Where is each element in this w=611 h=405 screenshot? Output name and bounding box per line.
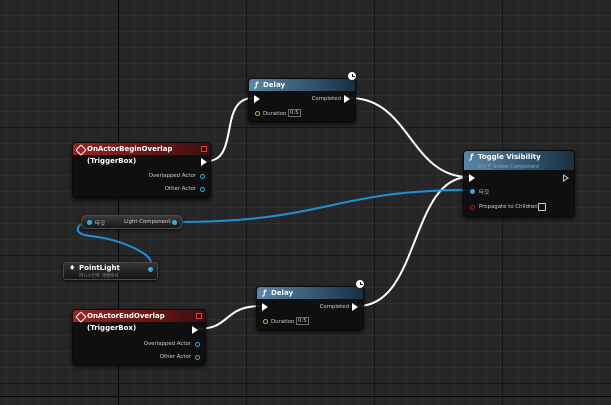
delay-bottom-duration-label: Duration xyxy=(271,319,295,325)
function-icon: ƒ xyxy=(255,81,259,89)
end-overlap-exec-out-pin[interactable] xyxy=(192,326,198,334)
light-component-target-pin[interactable] xyxy=(87,219,92,225)
begin-overlap-overlapped-pin[interactable] xyxy=(200,174,205,179)
toggle-propagate-pin[interactable] xyxy=(470,205,475,210)
point-light-title: PointLight xyxy=(79,264,120,272)
toggle-visibility-subtitle: 타깃은 Scene Component xyxy=(478,164,540,170)
function-icon: ƒ xyxy=(470,153,474,161)
toggle-exec-in-pin[interactable] xyxy=(469,174,475,182)
delegate-pin-icon[interactable] xyxy=(196,313,202,319)
delay-node-bottom-header: ƒ Delay xyxy=(257,287,363,299)
point-light-subtitle: 퍼시스턴트 레벨에서 xyxy=(79,274,119,279)
event-icon xyxy=(75,311,87,323)
begin-overlap-other-label: Other Actor xyxy=(164,186,196,192)
latent-clock-icon xyxy=(347,71,357,81)
end-overlap-title: OnActorEndOverlap (TriggerBox) xyxy=(87,312,165,332)
end-overlap-event-node[interactable]: OnActorEndOverlap (TriggerBox) Overlappe… xyxy=(72,309,206,365)
delay-bottom-duration-input[interactable]: 0.5 xyxy=(296,317,309,325)
propagate-checkbox[interactable] xyxy=(538,203,546,211)
delay-top-exec-in-pin[interactable] xyxy=(254,95,260,103)
begin-overlap-header: OnActorBeginOverlap (TriggerBox) xyxy=(73,143,210,165)
delay-node-bottom[interactable]: ƒ Delay Completed Duration 0.5 xyxy=(256,286,364,330)
exec-wire-end-to-delay xyxy=(196,305,263,330)
toggle-target-label: 타깃 xyxy=(479,190,489,196)
delegate-pin-icon[interactable] xyxy=(201,146,207,152)
light-bulb-icon: ♦ xyxy=(69,264,76,272)
delay-node-top-title: Delay xyxy=(263,81,286,89)
toggle-visibility-header: ƒ Toggle Visibility 타깃은 Scene Component xyxy=(464,151,574,170)
delay-top-completed-label: Completed xyxy=(311,96,341,102)
delay-top-duration-input[interactable]: 0.5 xyxy=(288,109,301,117)
delay-bottom-completed-label: Completed xyxy=(319,304,349,310)
delay-bottom-completed-pin[interactable] xyxy=(352,303,358,311)
begin-overlap-overlapped-label: Overlapped Actor xyxy=(148,173,196,179)
toggle-visibility-node[interactable]: ƒ Toggle Visibility 타깃은 Scene Component … xyxy=(463,150,575,217)
delay-top-completed-pin[interactable] xyxy=(344,95,350,103)
toggle-target-pin[interactable] xyxy=(470,189,475,194)
light-component-output-pin[interactable] xyxy=(172,219,177,225)
light-component-target-label: 타깃 xyxy=(95,221,105,227)
function-icon: ƒ xyxy=(263,289,267,297)
latent-clock-icon xyxy=(355,279,365,289)
light-component-output-label: Light Component xyxy=(124,219,171,225)
toggle-visibility-title: Toggle Visibility xyxy=(478,153,541,161)
end-overlap-other-pin[interactable] xyxy=(195,355,200,360)
delay-node-top[interactable]: ƒ Delay Completed Duration 0.5 xyxy=(248,78,356,122)
delay-top-duration-label: Duration xyxy=(263,111,287,117)
toggle-exec-out-pin[interactable] xyxy=(563,174,569,182)
end-overlap-other-label: Other Actor xyxy=(159,354,191,360)
begin-overlap-title: OnActorBeginOverlap (TriggerBox) xyxy=(87,145,173,165)
delay-node-bottom-title: Delay xyxy=(271,289,294,297)
begin-overlap-other-pin[interactable] xyxy=(200,187,205,192)
end-overlap-overlapped-label: Overlapped Actor xyxy=(143,341,191,347)
end-overlap-overlapped-pin[interactable] xyxy=(195,342,200,347)
delay-bottom-duration-pin[interactable] xyxy=(263,319,268,324)
event-icon xyxy=(75,144,87,156)
delay-node-top-header: ƒ Delay xyxy=(249,79,355,91)
delay-top-duration-pin[interactable] xyxy=(255,111,260,116)
end-overlap-header: OnActorEndOverlap (TriggerBox) xyxy=(73,310,205,332)
begin-overlap-exec-out-pin[interactable] xyxy=(201,158,207,166)
point-light-output-pin[interactable] xyxy=(148,267,153,272)
exec-wire-begin-to-delay xyxy=(206,97,254,162)
point-light-node[interactable]: ♦ PointLight 퍼시스턴트 레벨에서 xyxy=(63,262,158,280)
begin-overlap-event-node[interactable]: OnActorBeginOverlap (TriggerBox) Overlap… xyxy=(72,142,211,198)
delay-bottom-exec-in-pin[interactable] xyxy=(262,303,268,311)
toggle-propagate-label: Propagate to Children xyxy=(479,204,538,210)
exec-wire-delay-top-to-toggle xyxy=(349,97,470,178)
light-component-node[interactable]: 타깃 Light Component xyxy=(81,215,183,229)
